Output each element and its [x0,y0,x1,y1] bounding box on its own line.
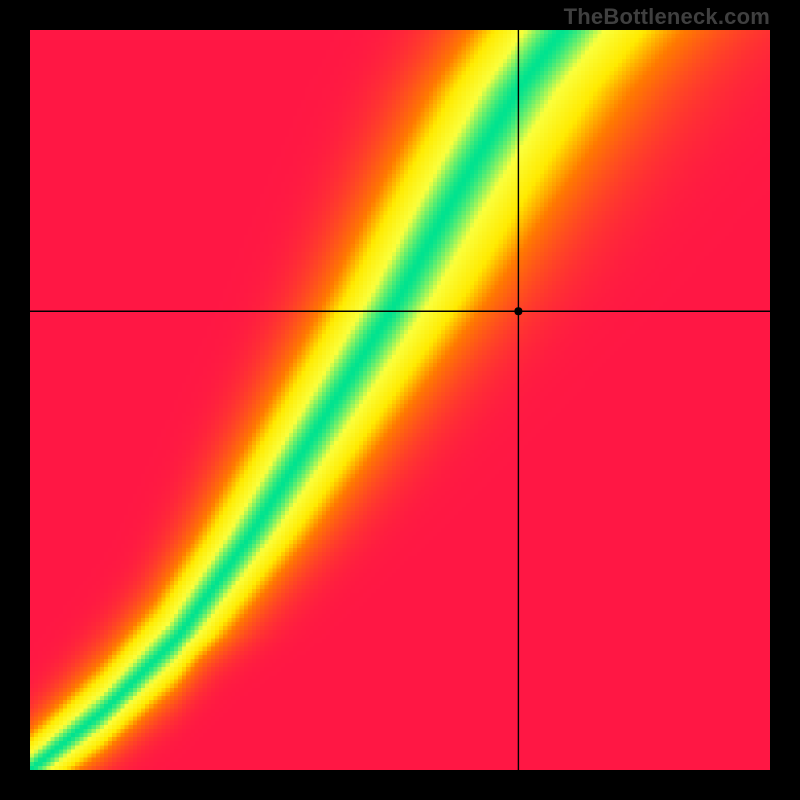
overlay-canvas [30,30,770,770]
watermark-text: TheBottleneck.com [564,4,770,30]
chart-frame: TheBottleneck.com [0,0,800,800]
